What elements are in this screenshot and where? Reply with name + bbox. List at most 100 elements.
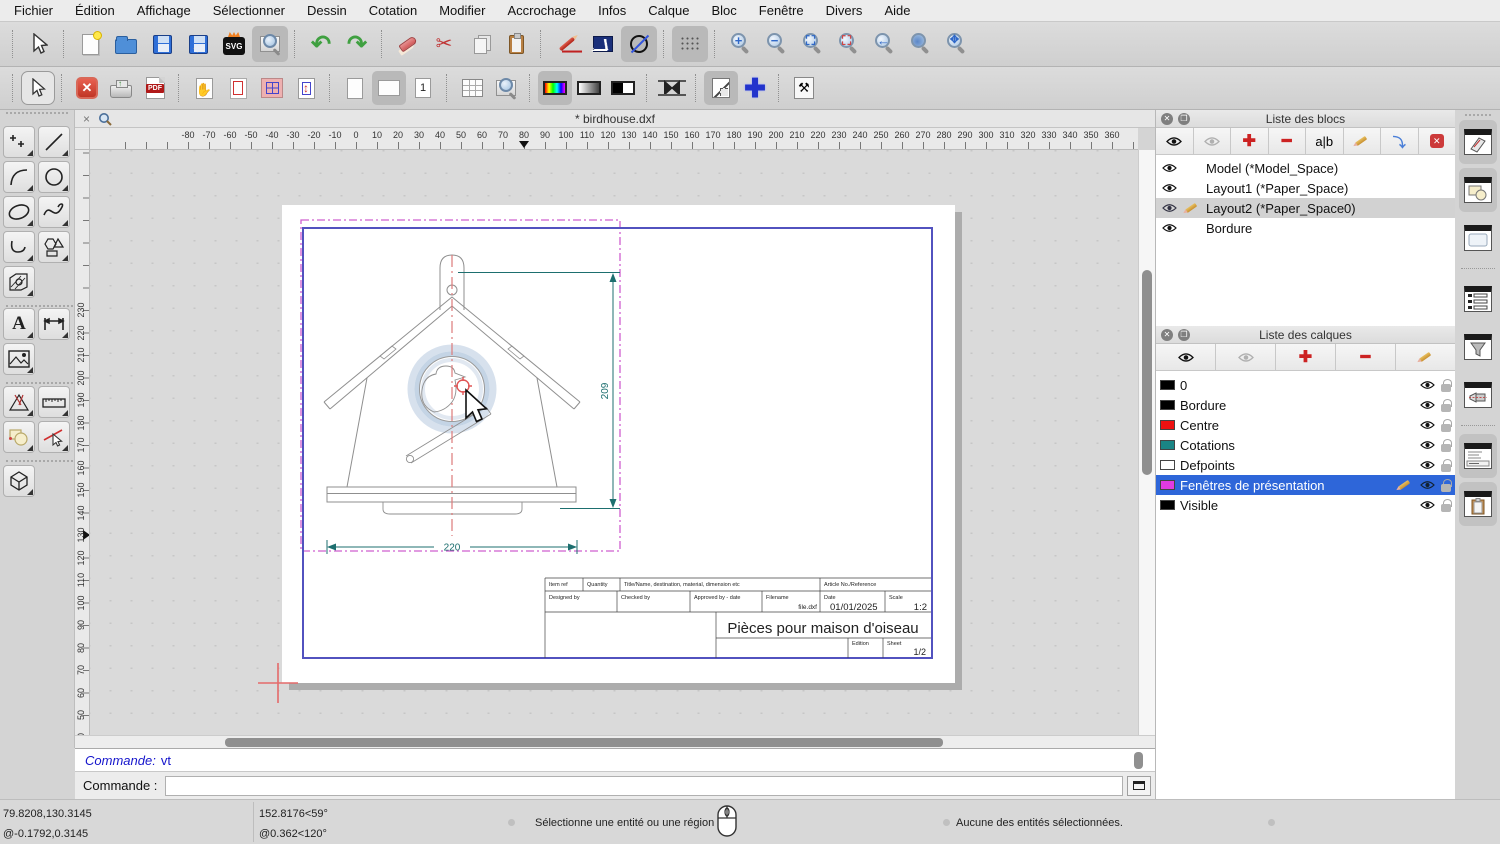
vertical-scrollbar[interactable] — [1138, 150, 1155, 735]
menu-accrochage[interactable]: Accrochage — [507, 3, 576, 18]
ellipse-tool[interactable] — [3, 196, 35, 228]
print-crop-marks-button[interactable] — [255, 71, 289, 105]
solid-3d-tool[interactable] — [3, 465, 35, 497]
text-tool[interactable]: A — [3, 308, 35, 340]
region-tool[interactable] — [3, 421, 35, 453]
spline-tool[interactable] — [38, 196, 70, 228]
layer-color-swatch[interactable] — [1160, 420, 1175, 430]
polyline-tool[interactable] — [3, 231, 35, 263]
point-tool[interactable] — [3, 126, 35, 158]
layer-lock-icon[interactable] — [1441, 398, 1452, 412]
hairline-mode-button[interactable] — [655, 71, 689, 105]
hide-all-layers-button[interactable] — [1216, 344, 1276, 370]
viewport-toggle-button[interactable] — [704, 71, 738, 105]
layer-lock-icon[interactable] — [1441, 458, 1452, 472]
paste-button[interactable] — [498, 26, 534, 62]
layer-row-defpoints[interactable]: Defpoints — [1156, 455, 1455, 475]
arc-tool[interactable] — [3, 161, 35, 193]
layers-panel-header[interactable]: ✕ ❐ Liste des calques — [1156, 326, 1455, 344]
add-block-button[interactable]: ✚ — [1231, 128, 1269, 154]
horizontal-scrollbar[interactable]: 10 < 100 — [75, 735, 1220, 749]
horizontal-scrollbar-thumb[interactable] — [225, 738, 943, 747]
menu-dessin[interactable]: Dessin — [307, 3, 347, 18]
dock-library-icon[interactable] — [1458, 168, 1497, 212]
menu-fichier[interactable]: Fichier — [14, 3, 53, 18]
multi-page-button[interactable] — [455, 71, 489, 105]
landscape-button[interactable] — [372, 71, 406, 105]
layer-visibility-icon[interactable] — [1418, 500, 1436, 510]
layer-color-swatch[interactable] — [1160, 500, 1175, 510]
drawing-preferences-button[interactable]: ⚒ — [787, 71, 821, 105]
hatch-tool[interactable] — [3, 266, 35, 298]
menu-divers[interactable]: Divers — [826, 3, 863, 18]
menu-modifier[interactable]: Modifier — [439, 3, 485, 18]
show-all-layers-button[interactable] — [1156, 344, 1216, 370]
layer-row-fenetres[interactable]: Fenêtres de présentation — [1156, 475, 1455, 495]
blackwhite-mode-button[interactable] — [606, 71, 640, 105]
delete-block-button[interactable]: ✕ — [1418, 128, 1455, 154]
vertical-scrollbar-thumb[interactable] — [1142, 270, 1152, 475]
dimension-tool[interactable] — [38, 308, 70, 340]
block-row-bordure[interactable]: Bordure — [1156, 218, 1455, 238]
layer-visibility-icon[interactable] — [1418, 420, 1436, 430]
distance-measure-button[interactable] — [585, 26, 621, 62]
insert-block-button[interactable]: ⤵ — [1381, 128, 1419, 154]
redo-button[interactable]: ↷ — [339, 26, 375, 62]
undo-button[interactable]: ↶ — [303, 26, 339, 62]
zoom-in-button[interactable]: + — [723, 26, 759, 62]
circle-diagonal-button[interactable] — [621, 26, 657, 62]
edit-layer-button[interactable] — [1396, 344, 1455, 370]
zoom-selection-button[interactable]: ⛶ — [831, 26, 867, 62]
grayscale-mode-button[interactable] — [572, 71, 606, 105]
show-all-blocks-button[interactable] — [1156, 128, 1194, 154]
delete-button[interactable] — [390, 26, 426, 62]
block-row-layout1[interactable]: Layout1 (*Paper_Space) — [1156, 178, 1455, 198]
block-row-model[interactable]: Model (*Model_Space) — [1156, 158, 1455, 178]
eye-icon[interactable] — [1160, 183, 1178, 193]
menu-infos[interactable]: Infos — [598, 3, 626, 18]
image-tool[interactable] — [3, 343, 35, 375]
menu-fenetre[interactable]: Fenêtre — [759, 3, 804, 18]
menu-affichage[interactable]: Affichage — [137, 3, 191, 18]
layer-lock-icon[interactable] — [1441, 498, 1452, 512]
drawing-canvas[interactable]: Item ref Quantity Title/Name, destinatio… — [90, 150, 1138, 735]
dock-viewport-icon[interactable] — [1459, 216, 1497, 260]
save-as-button[interactable] — [180, 26, 216, 62]
print-button[interactable] — [104, 71, 138, 105]
pick-entity-tool[interactable] — [38, 421, 70, 453]
eye-icon[interactable] — [1160, 203, 1178, 213]
layer-visibility-icon[interactable] — [1418, 400, 1436, 410]
zoom-out-button[interactable]: − — [759, 26, 795, 62]
shape-tool[interactable] — [38, 231, 70, 263]
menu-cotation[interactable]: Cotation — [369, 3, 417, 18]
command-window-toggle-button[interactable] — [1127, 775, 1151, 796]
zoom-auto-button[interactable]: ⛶ — [795, 26, 831, 62]
layer-row-0[interactable]: 0 — [1156, 375, 1455, 395]
copy-button[interactable] — [462, 26, 498, 62]
grid-toggle-button[interactable] — [672, 26, 708, 62]
layer-lock-icon[interactable] — [1441, 378, 1452, 392]
layer-row-visible[interactable]: Visible — [1156, 495, 1455, 515]
layer-visibility-icon[interactable] — [1418, 440, 1436, 450]
dock-command-icon[interactable] — [1458, 434, 1497, 478]
menu-aide[interactable]: Aide — [884, 3, 910, 18]
command-input[interactable] — [165, 775, 1123, 796]
layer-row-centre[interactable]: Centre — [1156, 415, 1455, 435]
eye-icon[interactable] — [1160, 163, 1178, 173]
dock-properties-icon[interactable] — [1459, 277, 1497, 321]
move-paper-button[interactable]: ✋ — [187, 71, 221, 105]
print-preview-button[interactable] — [252, 26, 288, 62]
layer-visibility-icon[interactable] — [1418, 480, 1436, 490]
zoom-page-button[interactable] — [489, 71, 523, 105]
layer-lock-icon[interactable] — [1441, 438, 1452, 452]
selection-cursor-button[interactable] — [21, 26, 57, 62]
zoom-window-button[interactable] — [903, 26, 939, 62]
dock-blocks-icon[interactable] — [1458, 120, 1497, 164]
layer-row-cotations[interactable]: Cotations — [1156, 435, 1455, 455]
layer-lock-icon[interactable] — [1441, 418, 1452, 432]
layer-color-swatch[interactable] — [1160, 480, 1175, 490]
close-preview-button[interactable]: ✕ — [70, 71, 104, 105]
layer-color-swatch[interactable] — [1160, 440, 1175, 450]
measure-tool[interactable] — [38, 386, 70, 418]
layer-color-swatch[interactable] — [1160, 460, 1175, 470]
